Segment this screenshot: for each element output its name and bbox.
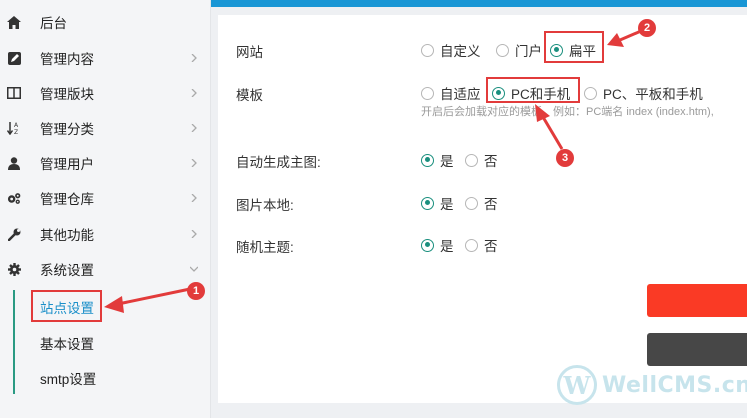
annotation-badge-3: 3 [556,149,574,167]
auto-thumb-no[interactable]: 否 [465,150,498,170]
back-button[interactable] [647,333,747,366]
sidebar-item-label: 系统设置 [40,263,94,278]
random-theme-label: 随机主题: [236,240,294,255]
template-label: 模板 [236,88,263,103]
template-option-pc-tablet-mobile[interactable]: PC、平板和手机 [584,83,703,103]
local-images-yes[interactable]: 是 [421,193,454,213]
auto-thumb-label: 自动生成主图: [236,155,321,170]
gear-icon [7,262,21,276]
radio[interactable] [421,43,434,57]
auto-thumb-yes[interactable]: 是 [421,150,454,170]
highlight-box-site-settings [31,290,102,322]
sidebar-item-other[interactable]: 其他功能 [0,217,211,251]
highlight-box-pc-mobile [486,77,580,103]
home-icon [7,15,21,29]
random-theme-yes[interactable]: 是 [421,235,454,255]
sidebar-item-label: 管理仓库 [40,192,94,207]
watermark-logo: W [557,365,597,405]
chevron-right-icon [191,159,197,167]
website-option-portal[interactable]: 门户 [496,40,542,60]
sidebar: 后台 管理内容 管理版块 AZ 管理分类 管理用户 管理仓库 其他功能 系统设置… [0,0,211,418]
option-label: 是 [440,154,454,169]
sidebar-item-label: 管理内容 [40,52,94,67]
annotation-badge-1: 1 [187,282,205,300]
sort-icon: AZ [7,121,21,135]
chevron-right-icon [191,89,197,97]
columns-icon [7,86,21,100]
option-label: 否 [484,197,498,212]
user-icon [7,156,21,170]
option-label: 自定义 [440,44,481,59]
submenu-indicator [13,290,15,394]
radio-selected[interactable] [421,153,434,167]
chevron-right-icon [191,230,197,238]
local-images-no[interactable]: 否 [465,193,498,213]
cogs-icon [7,191,21,205]
website-option-custom[interactable]: 自定义 [421,40,481,60]
option-label: 是 [440,197,454,212]
radio[interactable] [496,43,509,57]
sidebar-item-users[interactable]: 管理用户 [0,146,211,180]
chevron-down-icon [190,266,198,272]
sidebar-item-dashboard[interactable]: 后台 [0,5,211,39]
svg-text:Z: Z [14,129,18,135]
option-label: 否 [484,239,498,254]
watermark: W WellCMS.cn [557,365,747,405]
edit-icon [7,51,21,65]
option-label: 门户 [515,44,542,59]
sidebar-item-forums[interactable]: 管理版块 [0,76,211,110]
sidebar-item-system-settings[interactable]: 系统设置 [0,252,211,286]
chevron-right-icon [191,54,197,62]
option-label: PC、平板和手机 [603,87,703,102]
template-hint: 开启后会加载对应的模板，例如：PC端名 index (index.htm), [421,106,714,118]
top-bar [211,0,747,7]
sidebar-item-content[interactable]: 管理内容 [0,41,211,75]
svg-text:A: A [14,122,19,129]
highlight-box-flat [544,31,604,63]
radio[interactable] [465,238,478,252]
option-label: 否 [484,154,498,169]
chevron-right-icon [191,194,197,202]
sidebar-item-repository[interactable]: 管理仓库 [0,181,211,215]
website-label: 网站 [236,45,263,60]
sidebar-item-label: 其他功能 [40,228,94,243]
sidebar-item-label: 后台 [40,16,67,31]
radio[interactable] [465,153,478,167]
radio[interactable] [421,86,434,100]
annotation-badge-2: 2 [638,19,656,37]
option-label: 是 [440,239,454,254]
radio-selected[interactable] [421,196,434,210]
option-label: 自适应 [440,87,481,102]
wrench-icon [7,227,21,241]
watermark-text: WellCMS.cn [602,372,747,398]
sidebar-item-categories[interactable]: AZ 管理分类 [0,111,211,145]
chevron-right-icon [191,124,197,132]
sidebar-item-label: 管理分类 [40,122,94,137]
radio[interactable] [584,86,597,100]
random-theme-no[interactable]: 否 [465,235,498,255]
template-option-responsive[interactable]: 自适应 [421,83,481,103]
submit-button[interactable] [647,284,747,317]
sidebar-subitem-basic-settings[interactable]: 基本设置 [40,333,94,353]
local-images-label: 图片本地: [236,198,294,213]
radio[interactable] [465,196,478,210]
sidebar-item-label: 管理版块 [40,87,94,102]
sidebar-subitem-smtp-settings[interactable]: smtp设置 [40,368,96,388]
radio-selected[interactable] [421,238,434,252]
sidebar-item-label: 管理用户 [40,157,94,172]
